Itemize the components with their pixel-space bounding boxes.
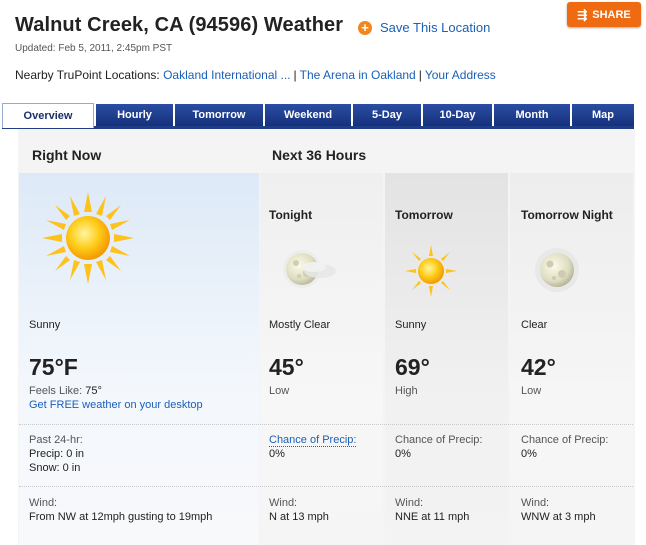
- tab-month[interactable]: Month: [494, 104, 570, 126]
- sun-icon: [405, 245, 457, 297]
- chance-of-precip-label-tomorrow-night: Chance of Precip:: [521, 434, 609, 446]
- tab-weekend[interactable]: Weekend: [265, 104, 351, 126]
- temp-tomorrow-night: 42°: [521, 354, 556, 380]
- current-wind: From NW at 12mph gusting to 19mph: [29, 511, 213, 523]
- tab-overview[interactable]: Overview: [2, 103, 94, 128]
- period-tomorrow: Tomorrow: [395, 208, 453, 222]
- condition-tomorrow: Sunny: [395, 319, 427, 331]
- nearby-link-arena-oakland[interactable]: The Arena in Oakland: [300, 68, 416, 82]
- low-label-tomorrow-night: Low: [521, 385, 542, 397]
- page-title: Walnut Creek, CA (94596) Weather: [15, 14, 344, 36]
- condition-tomorrow-night: Clear: [521, 319, 548, 331]
- wind-label-tomorrow-night: Wind:: [521, 497, 550, 509]
- chance-of-precip-link[interactable]: Chance of Precip:: [269, 434, 357, 447]
- wind-label-tonight: Wind:: [269, 497, 298, 509]
- tab-tomorrow[interactable]: Tomorrow: [175, 104, 263, 126]
- nearby-label: Nearby TruPoint Locations:: [15, 68, 160, 82]
- feels-like: Feels Like: 75°: [29, 385, 102, 397]
- condition-tonight: Mostly Clear: [269, 319, 331, 331]
- save-location-label: Save This Location: [380, 20, 491, 35]
- nearby-link-your-address[interactable]: Your Address: [425, 68, 496, 82]
- plus-icon: +: [358, 20, 372, 35]
- tab-5-day[interactable]: 5-Day: [353, 104, 421, 126]
- wind-label: Wind:: [29, 497, 58, 509]
- past-precip: Precip: 0 in: [29, 448, 85, 460]
- nearby-locations: Nearby TruPoint Locations: Oakland Inter…: [15, 68, 496, 82]
- row-divider: [19, 486, 633, 488]
- wind-tonight: N at 13 mph: [269, 511, 329, 523]
- precip-tonight: 0%: [269, 448, 285, 460]
- chance-of-precip-label: Chance of Precip:: [269, 434, 357, 447]
- wind-tomorrow-night: WNW at 3 mph: [521, 511, 596, 523]
- share-label: SHARE: [592, 8, 631, 21]
- row-divider: [19, 424, 633, 426]
- temp-tomorrow: 69°: [395, 354, 430, 380]
- share-icon: ⇶: [577, 7, 588, 22]
- separator: |: [418, 68, 422, 82]
- feels-like-value: 75°: [85, 385, 102, 397]
- share-button[interactable]: ⇶ SHARE: [567, 2, 641, 27]
- tab-hourly[interactable]: Hourly: [96, 104, 173, 126]
- low-label-tonight: Low: [269, 385, 290, 397]
- high-label-tomorrow: High: [395, 385, 418, 397]
- updated-timestamp: Updated: Feb 5, 2011, 2:45pm PST: [15, 43, 173, 54]
- sun-icon: [42, 192, 134, 284]
- period-tomorrow-night: Tomorrow Night: [521, 208, 613, 222]
- separator: |: [293, 68, 297, 82]
- tab-10-day[interactable]: 10-Day: [423, 104, 492, 126]
- wind-tomorrow: NNE at 11 mph: [395, 511, 470, 523]
- save-location-button[interactable]: + Save This Location: [358, 20, 490, 35]
- feels-like-label: Feels Like:: [29, 385, 83, 397]
- current-temperature: 75°F: [29, 354, 78, 380]
- past-24hr-label: Past 24-hr:: [29, 434, 83, 446]
- temp-tonight: 45°: [269, 354, 304, 380]
- forecast-tabs: Overview Hourly Tomorrow Weekend 5-Day 1…: [2, 103, 634, 129]
- precip-tomorrow-night: 0%: [521, 448, 537, 460]
- past-snow: Snow: 0 in: [29, 462, 81, 474]
- current-condition: Sunny: [29, 319, 61, 331]
- right-now-heading: Right Now: [32, 147, 102, 163]
- moon-icon: [535, 248, 579, 292]
- period-tonight: Tonight: [269, 208, 313, 222]
- precip-tomorrow: 0%: [395, 448, 411, 460]
- next-36-hours-heading: Next 36 Hours: [272, 147, 367, 163]
- desktop-weather-link[interactable]: Get FREE weather on your desktop: [29, 399, 203, 411]
- moon-partly-clear-icon: [283, 250, 336, 288]
- wind-label-tomorrow: Wind:: [395, 497, 424, 509]
- chance-of-precip-label-tomorrow: Chance of Precip:: [395, 434, 483, 446]
- tab-map[interactable]: Map: [572, 104, 634, 126]
- nearby-link-oakland-international[interactable]: Oakland International ...: [163, 68, 290, 82]
